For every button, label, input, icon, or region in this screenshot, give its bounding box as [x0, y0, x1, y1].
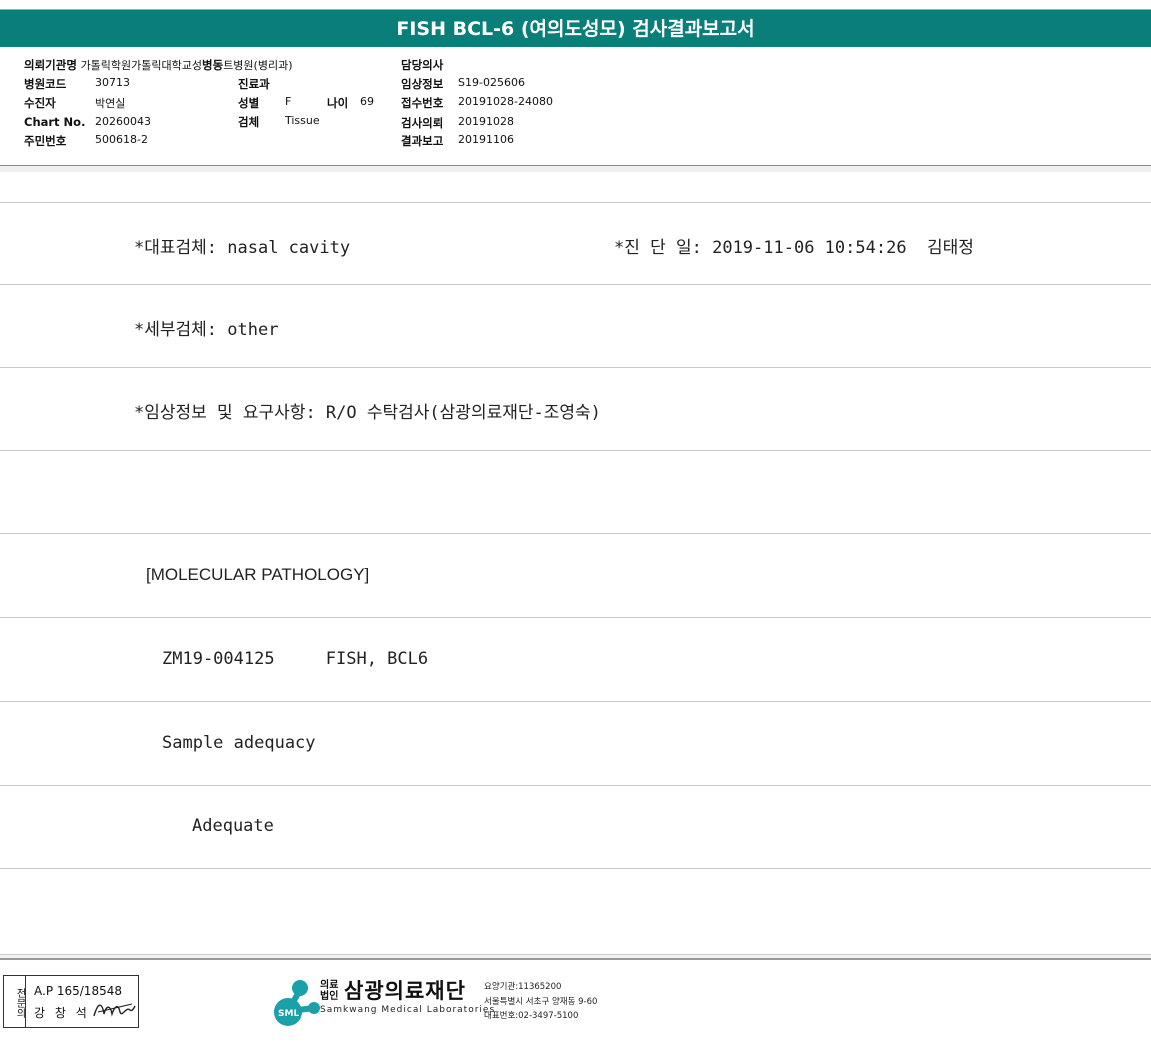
institution-field: 의뢰기관명 가톨릭학원가톨릭대학교성병동트병원(병리과) — [24, 58, 293, 72]
row-specimen: *대표검체: nasal cavity *진 단 일: 2019-11-06 1… — [0, 202, 1151, 285]
clinical-info: *임상정보 및 요구사항: R/O 수탁검사(삼광의료재단-조영숙) — [134, 403, 601, 423]
receipt-field: 접수번호 20191028-24080 — [401, 95, 553, 110]
diagnosis-date: *진 단 일: 2019-11-06 10:54:26 김태정 — [614, 238, 974, 258]
row-clinical-info: *임상정보 및 요구사항: R/O 수탁검사(삼광의료재단-조영숙) — [0, 368, 1151, 451]
specimen-field: 검체 Tissue — [238, 114, 320, 129]
clinical-field: 임상정보 S19-025606 — [401, 76, 525, 91]
row-sample-result: Adequate — [0, 786, 1151, 869]
pathologist-stamp: 전문의 A.P 165/18548 강 창 석 — [3, 975, 139, 1028]
row-sub-specimen: *세부검체: other — [0, 285, 1151, 368]
logo-badge: SML — [278, 1009, 299, 1019]
patient-field: 수진자 박연실 — [24, 96, 126, 110]
resident-field: 주민번호 500618-2 — [24, 133, 148, 148]
row-section: [MOLECULAR PATHOLOGY] — [0, 535, 1151, 618]
stamp-name: 강 창 석 — [34, 1006, 90, 1020]
sample-heading: Sample adequacy — [162, 733, 316, 753]
chart-field: Chart No. 20260043 — [24, 115, 151, 129]
sex-field: 성별 F — [238, 95, 292, 110]
dept-field: 진료과 — [238, 77, 270, 91]
row-empty-last — [0, 869, 1151, 955]
report-date-field: 결과보고 20191106 — [401, 133, 514, 148]
sample-result: Adequate — [192, 816, 274, 836]
top-gap — [0, 0, 1151, 8]
logo-small-text: 의료 법인 — [320, 980, 339, 1002]
stamp-side: 전문의 — [4, 976, 26, 1027]
signature-icon — [93, 1003, 136, 1017]
stamp-license: A.P 165/18548 — [34, 984, 122, 998]
hospital-code-field: 병원코드 30713 — [24, 76, 130, 91]
rep-specimen: *대표검체: nasal cavity — [134, 238, 351, 258]
row-test: ZM19-004125 FISH, BCL6 — [0, 619, 1151, 702]
logo-english: Samkwang Medical Laboratories — [320, 1005, 496, 1015]
request-field: 검사의뢰 20191028 — [401, 115, 514, 130]
phone: 대표번호:02-3497-5100 — [484, 1011, 579, 1021]
row-empty — [0, 451, 1151, 534]
header-info: 의뢰기관명 가톨릭학원가톨릭대학교성병동트병원(병리과) 병원코드 30713 수… — [0, 48, 1151, 167]
institution-code: 요양기관:11365200 — [484, 982, 562, 992]
address: 서울특별시 서초구 양재동 9-60 — [484, 997, 598, 1007]
age-field: 나이 69 — [327, 95, 374, 110]
logo-name: 삼광의료재단 — [344, 979, 466, 1003]
test-line: ZM19-004125 FISH, BCL6 — [162, 649, 429, 669]
sub-specimen: *세부검체: other — [134, 320, 279, 340]
row-sample-heading: Sample adequacy — [0, 703, 1151, 786]
section-heading: [MOLECULAR PATHOLOGY] — [146, 565, 370, 584]
doctor-field: 담당의사 — [401, 58, 444, 72]
header-divider — [0, 166, 1151, 172]
report-title: FISH BCL-6 (여의도성모) 검사결과보고서 — [0, 9, 1151, 47]
